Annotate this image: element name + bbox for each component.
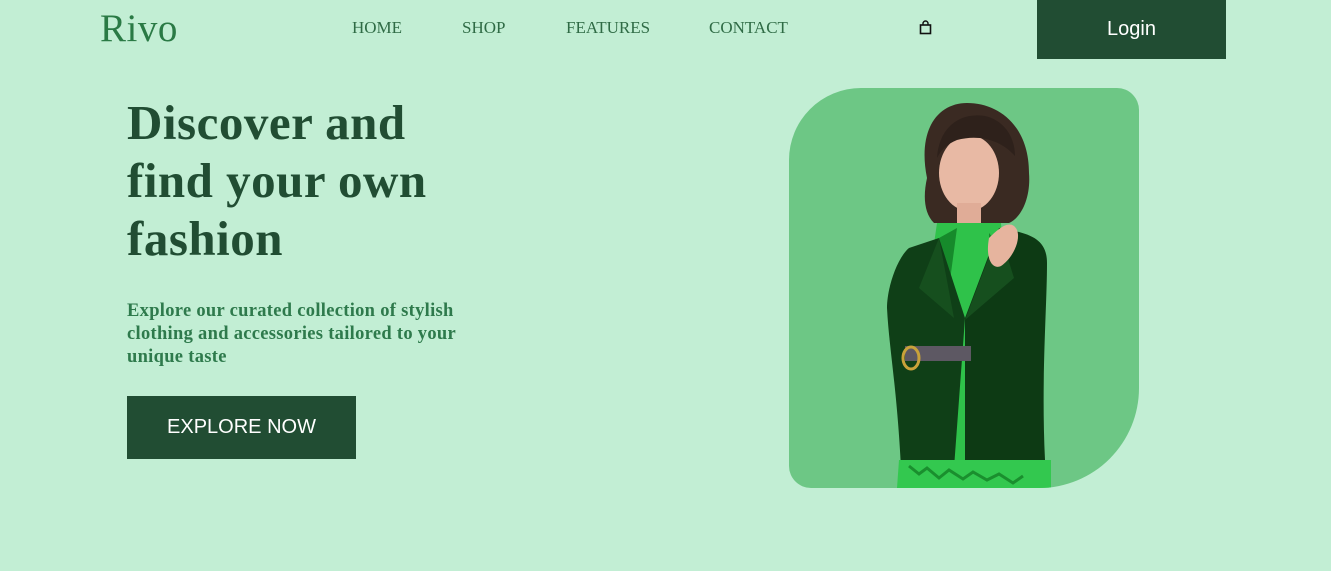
hero-title: Discover and find your own fashion: [127, 94, 507, 268]
nav-item-contact[interactable]: CONTACT: [709, 18, 788, 38]
nav-item-home[interactable]: HOME: [352, 18, 402, 38]
nav-item-features[interactable]: FEATURES: [566, 18, 650, 38]
hero-title-line-1: Discover and: [127, 95, 406, 150]
shopping-bag-icon[interactable]: [918, 20, 933, 35]
hero-title-line-3: fashion: [127, 211, 284, 266]
hero-image-panel: [789, 88, 1139, 488]
explore-now-button[interactable]: EXPLORE NOW: [127, 396, 356, 459]
hero-subtitle: Explore our curated collection of stylis…: [127, 301, 456, 367]
model-photo: [887, 103, 1051, 488]
hero-title-line-2: find your own: [127, 153, 427, 208]
brand-logo[interactable]: Rivo: [100, 6, 178, 51]
nav-item-shop[interactable]: SHOP: [462, 18, 505, 38]
login-button[interactable]: Login: [1037, 0, 1226, 59]
